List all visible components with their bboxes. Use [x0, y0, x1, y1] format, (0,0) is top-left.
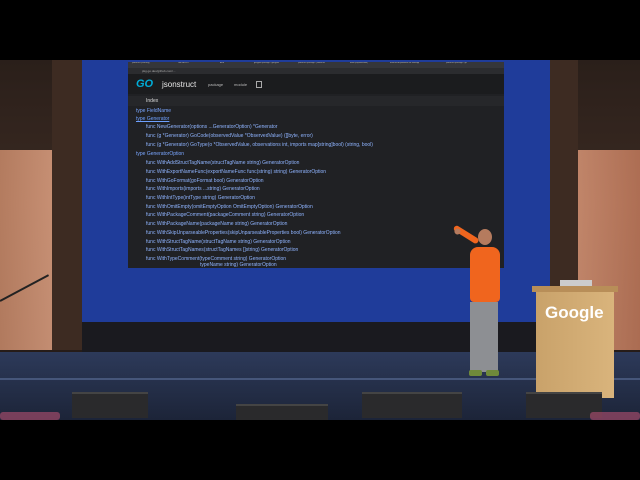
stage-scene: jsonstruct (GoLang) GoLab2023 ADB go/typ…: [0, 0, 640, 480]
presenter-shoe: [486, 370, 499, 376]
presenter: [440, 224, 520, 390]
nav-package[interactable]: package: [208, 82, 223, 87]
index-entry[interactable]: func WithAddStructTagName(structTagName …: [146, 160, 299, 166]
letterbox-bottom: [0, 420, 640, 480]
index-entry[interactable]: func WithSkipUnparseableProperties(skipU…: [146, 230, 341, 236]
presenter-legs: [470, 302, 498, 372]
nav-module[interactable]: module: [234, 82, 247, 87]
index-entry[interactable]: func WithGoFormat(goFormat bool) Generat…: [146, 178, 264, 184]
index-entry[interactable]: func WithExportNameFunc(exportNameFunc f…: [146, 169, 326, 175]
url-text: pkg.go.dev/github.com/...: [142, 69, 176, 73]
index-entry[interactable]: func WithOmitEmpty(omitEmptyOption OmitE…: [146, 204, 313, 210]
index-entry[interactable]: type GeneratorOption: [136, 151, 184, 157]
copy-icon[interactable]: [256, 81, 262, 88]
index-entry[interactable]: type FieldName: [136, 108, 171, 114]
index-entry[interactable]: func WithIntType(intType string) Generat…: [146, 195, 255, 201]
wall-panel-left: [0, 150, 55, 350]
index-entry[interactable]: func WithPackageComment(packageComment s…: [146, 212, 304, 218]
index-heading[interactable]: Index: [146, 98, 158, 104]
index-entry[interactable]: func WithImports(imports ...string) Gene…: [146, 186, 260, 192]
index-entry-overflow: typeName string) GeneratorOption: [200, 262, 277, 268]
stage-monitor: [362, 392, 462, 418]
podium-top: [532, 286, 618, 292]
google-logo: Google: [545, 303, 604, 322]
flower-bed: [0, 412, 60, 420]
index-entry[interactable]: func NewGenerator(options ...GeneratorOp…: [146, 124, 277, 130]
presenter-shoe: [469, 370, 482, 376]
flower-bed: [590, 412, 640, 420]
presenter-torso: [470, 247, 500, 302]
stage-monitor: [72, 392, 148, 418]
index-entry[interactable]: func WithStructTagName(structTagName str…: [146, 239, 291, 245]
package-title: jsonstruct: [162, 80, 197, 89]
pillar-left: [52, 60, 82, 350]
index-entry[interactable]: func (g *Generator) GoCode(observedValue…: [146, 133, 313, 139]
index-entry[interactable]: type Generator: [136, 116, 169, 122]
index-entry[interactable]: func WithPackageName(packageName string)…: [146, 221, 287, 227]
letterbox-top: [0, 0, 640, 60]
presenter-hand: [453, 227, 462, 236]
index-entry[interactable]: func WithStructTagNames(structTagNames […: [146, 247, 298, 253]
index-row: [128, 96, 504, 106]
presenter-head: [478, 229, 492, 245]
presenter-arm: [452, 224, 480, 245]
index-entry[interactable]: func (g *Generator) GoType(o *ObservedVa…: [146, 142, 373, 148]
go-logo[interactable]: GO: [136, 78, 153, 90]
